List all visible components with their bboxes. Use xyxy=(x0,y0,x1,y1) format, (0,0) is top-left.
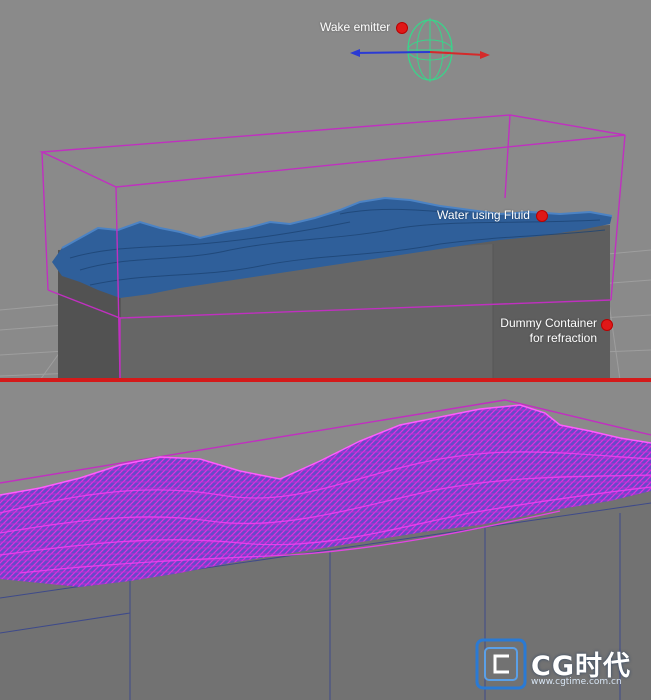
callout-marker-dot-icon xyxy=(535,209,548,222)
callout-dummy-container: Dummy Container for refraction xyxy=(500,316,613,346)
callout-wake-emitter-label: Wake emitter xyxy=(320,20,391,34)
cgtime-watermark: CG时代 www.cgtime.com.cn xyxy=(473,636,643,694)
callout-water-fluid: Water using Fluid xyxy=(437,208,548,223)
viewport-top-shaded[interactable]: Wake emitter Water using Fluid Dummy Con… xyxy=(0,0,651,380)
cgtime-logo-icon xyxy=(475,638,527,690)
viewport-bottom-wireframe[interactable]: CG时代 www.cgtime.com.cn xyxy=(0,383,651,700)
watermark-url: www.cgtime.com.cn xyxy=(531,677,622,687)
maya-viewport-comparison: Wake emitter Water using Fluid Dummy Con… xyxy=(0,0,651,700)
panel-divider xyxy=(0,378,651,382)
callout-dummy-container-line2: for refraction xyxy=(529,331,597,345)
callout-wake-emitter: Wake emitter xyxy=(320,20,409,35)
callout-dummy-container-line1: Dummy Container xyxy=(500,316,597,330)
callout-marker-dot-icon xyxy=(396,21,409,34)
callout-marker-dot-icon xyxy=(601,319,613,331)
callout-water-fluid-label: Water using Fluid xyxy=(437,208,530,222)
